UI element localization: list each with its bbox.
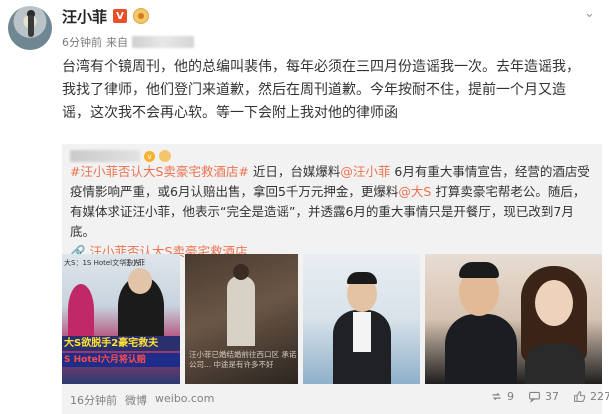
quoted-time[interactable]: 16分钟前: [70, 392, 117, 408]
image-2-person: [227, 276, 255, 346]
image-4-man-hair: [459, 262, 499, 278]
hashtag-link[interactable]: #汪小菲否认大S卖豪宅救酒店#: [70, 164, 249, 179]
avatar[interactable]: [8, 6, 52, 50]
image-4-woman-body: [525, 344, 585, 384]
comment-count: 37: [545, 390, 559, 403]
like-button[interactable]: 227: [573, 390, 609, 403]
image-1-subheadline: S Hotel六月将认赔: [62, 353, 180, 367]
mention-da-s[interactable]: @大S: [398, 184, 431, 199]
image-4[interactable]: [425, 254, 602, 384]
weibo-post: 汪小菲 V ⌄ 6分钟前 来自 台湾有个镜周刊，他的总编叫裴伟，每年必须在三四月…: [0, 0, 609, 414]
comment-button[interactable]: 37: [528, 390, 559, 403]
repost-count: 9: [507, 390, 514, 403]
image-2[interactable]: 汪小菲已婚结婚前往西口区 承诺公司... 中途是有许多不好: [185, 254, 298, 384]
image-1[interactable]: 大S：1S Hotel文华东方 汪小菲 大S欲脱手2豪宅救夫 S Hotel六月…: [62, 254, 180, 384]
image-3[interactable]: [303, 254, 420, 384]
image-4-man-body: [445, 314, 517, 384]
blurred-source: [132, 36, 194, 48]
image-1-headline: 大S欲脱手2豪宅救夫: [62, 336, 180, 351]
image-1-person-face: [128, 268, 152, 294]
like-count: 227: [590, 390, 609, 403]
quoted-footer: 16分钟前 微博 weibo.com: [70, 392, 214, 408]
emoji-icon: [159, 150, 171, 162]
author-name[interactable]: 汪小菲: [62, 6, 107, 27]
post-time[interactable]: 6分钟前: [62, 34, 102, 50]
image-1-person-left: [68, 284, 94, 336]
image-1-caption-right: 汪小菲: [124, 259, 145, 267]
image-3-shirt: [353, 312, 371, 352]
avatar-figure-body: [28, 15, 34, 37]
chevron-down-icon[interactable]: ⌄: [584, 6, 595, 21]
member-badge-icon[interactable]: [133, 8, 150, 24]
comment-icon: [529, 391, 540, 403]
repost-button[interactable]: 9: [490, 390, 514, 403]
action-bar: 9 37 227: [490, 390, 609, 403]
verified-v-icon: v: [144, 150, 155, 162]
image-2-person-head: [233, 264, 249, 280]
quoted-platform: 微博: [125, 394, 147, 407]
quote-text-part-1: 近日，台媒爆料: [248, 164, 341, 179]
mention-wang[interactable]: @汪小菲: [340, 164, 390, 179]
like-icon: [574, 391, 586, 402]
quoted-post[interactable]: v #汪小菲否认大S卖豪宅救酒店# 近日，台媒爆料@汪小菲 6月有重大事情宣告，…: [62, 144, 602, 414]
image-2-caption: 汪小菲已婚结婚前往西口区 承诺公司... 中途是有许多不好: [189, 350, 297, 369]
post-text: 台湾有个镜周刊，他的总编叫裴伟，每年必须在三四月份造谣我一次。去年造谣我，我找了…: [62, 59, 580, 121]
blurred-username: [70, 150, 140, 162]
post-meta: 6分钟前 来自: [62, 34, 194, 50]
quoted-site: weibo.com: [155, 392, 215, 405]
image-4-woman-face: [535, 280, 573, 326]
author-row: 汪小菲 V: [62, 6, 150, 27]
image-grid: 大S：1S Hotel文华东方 汪小菲 大S欲脱手2豪宅救夫 S Hotel六月…: [62, 254, 602, 384]
verified-v-icon: V: [113, 9, 128, 23]
image-3-hair: [347, 272, 377, 284]
repost-icon: [492, 392, 501, 401]
quoted-text: #汪小菲否认大S卖豪宅救酒店# 近日，台媒爆料@汪小菲 6月有重大事情宣告，经营…: [70, 162, 596, 262]
source-prefix: 来自: [106, 36, 128, 49]
